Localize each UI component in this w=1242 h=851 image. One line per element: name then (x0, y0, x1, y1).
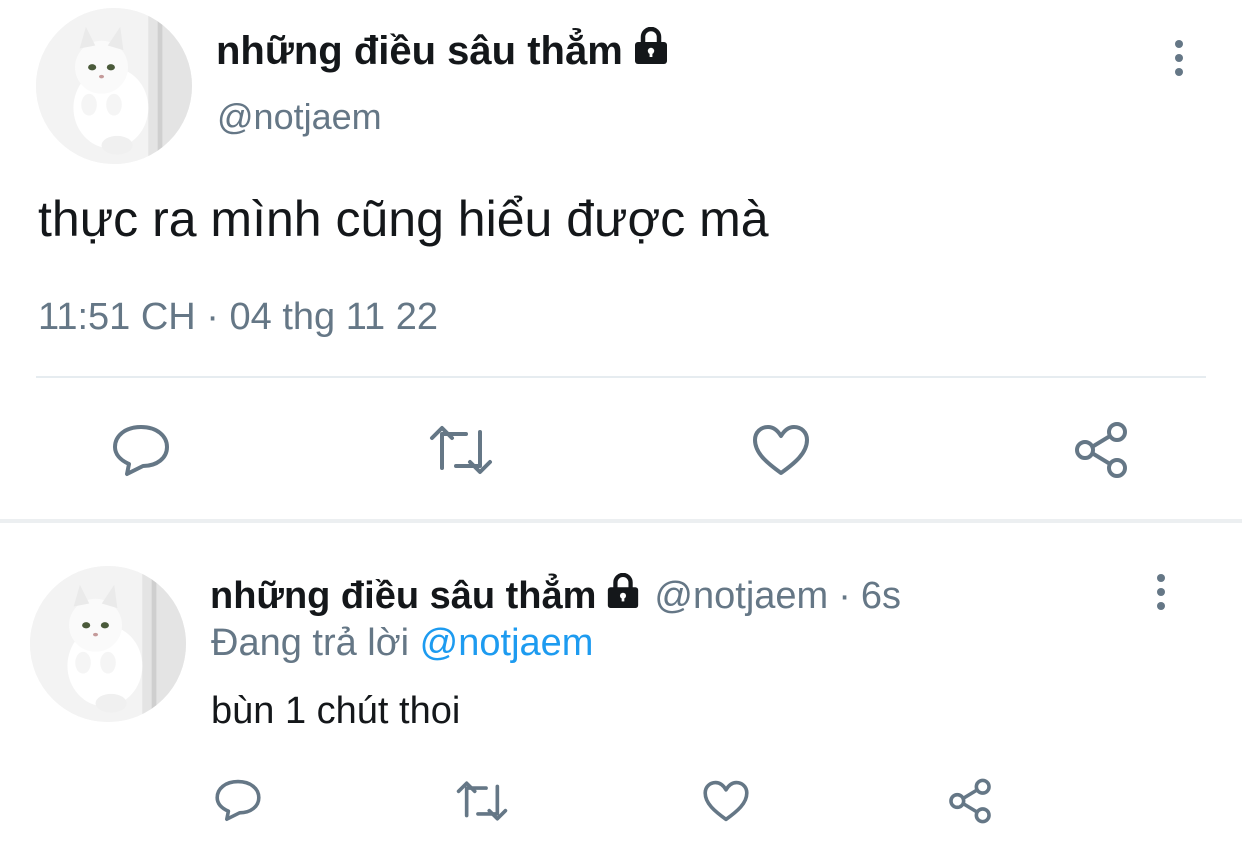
retweet-icon (456, 781, 508, 821)
like-button[interactable] (748, 420, 814, 480)
author-handle[interactable]: @notjaem (217, 96, 382, 138)
reply-button[interactable] (106, 418, 176, 482)
display-name: những điều sâu thẳm (210, 574, 597, 617)
header-separator: · (838, 574, 851, 617)
share-icon (1075, 422, 1127, 478)
like-icon (753, 425, 809, 475)
reply-share-button[interactable] (944, 776, 996, 826)
replying-to-line: Đang trả lời @notjaem (211, 622, 593, 665)
section-divider (0, 519, 1242, 523)
display-name: những điều sâu thẳm (216, 28, 623, 73)
author-name[interactable]: những điều sâu thẳm (216, 26, 671, 76)
replying-to-handle[interactable]: @notjaem (420, 622, 594, 664)
reply-icon (215, 779, 261, 821)
avatar[interactable] (36, 8, 192, 164)
like-icon (703, 780, 749, 822)
reply-avatar[interactable] (30, 566, 186, 722)
share-button[interactable] (1068, 418, 1134, 482)
tweet-timestamp: 11:51 CH · 04 thg 11 22 (38, 296, 438, 339)
reply-reply-button[interactable] (212, 776, 264, 824)
reply-icon (113, 425, 169, 476)
reply-like-button[interactable] (700, 778, 752, 824)
lock-icon (604, 572, 642, 619)
reply-retweet-button[interactable] (454, 778, 510, 824)
divider (36, 376, 1206, 378)
more-options-icon[interactable] (1174, 40, 1184, 76)
cat-avatar-image (30, 566, 186, 722)
tweet-text: thực ra mình cũng hiểu được mà (38, 191, 769, 247)
tweet-time: 11:51 CH (38, 296, 196, 338)
reply-author-handle[interactable]: @notjaem (654, 575, 828, 618)
retweet-button[interactable] (426, 420, 496, 480)
reply-more-options-icon[interactable] (1156, 574, 1166, 610)
retweet-icon (430, 426, 492, 474)
tweet-date: 04 thg 11 22 (229, 296, 438, 338)
reply-author-name[interactable]: những điều sâu thẳm (210, 572, 654, 619)
reply-text: bùn 1 chút thoi (211, 690, 461, 732)
cat-avatar-image (36, 8, 192, 164)
reply-age: 6s (860, 574, 901, 617)
replying-prefix: Đang trả lời (211, 622, 410, 664)
timestamp-separator: · (206, 296, 219, 338)
lock-icon (631, 26, 671, 75)
reply-header: những điều sâu thẳm @notjaem · 6s (210, 572, 901, 620)
share-icon (949, 778, 991, 824)
